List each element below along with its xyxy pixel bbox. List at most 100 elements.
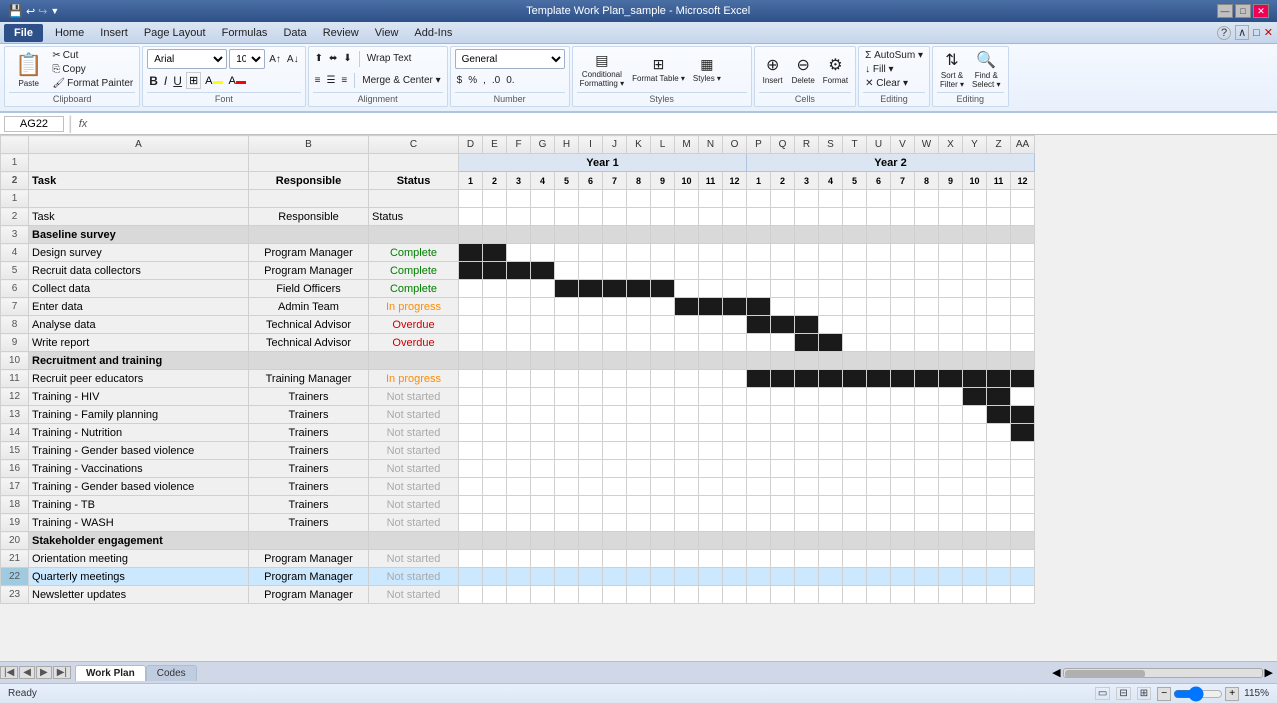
- decrease-font-button[interactable]: A↓: [285, 53, 301, 66]
- gantt-cell[interactable]: [843, 370, 867, 388]
- gantt-cell[interactable]: [675, 460, 699, 478]
- gantt-cell[interactable]: [723, 190, 747, 208]
- align-left-button[interactable]: ≡: [313, 74, 323, 87]
- menu-formulas[interactable]: Formulas: [214, 25, 276, 41]
- gantt-cell[interactable]: [459, 442, 483, 460]
- gantt-cell[interactable]: [819, 190, 843, 208]
- status-cell[interactable]: [369, 226, 459, 244]
- gantt-cell[interactable]: [483, 244, 507, 262]
- gantt-cell[interactable]: [603, 586, 627, 604]
- status-cell[interactable]: [369, 352, 459, 370]
- gantt-cell[interactable]: [915, 406, 939, 424]
- gantt-cell[interactable]: [915, 334, 939, 352]
- table-row[interactable]: 14Training - NutritionTrainersNot starte…: [1, 424, 1035, 442]
- gantt-cell[interactable]: [939, 406, 963, 424]
- gantt-cell[interactable]: [915, 532, 939, 550]
- col-header-K[interactable]: K: [627, 136, 651, 154]
- gantt-cell[interactable]: [963, 442, 987, 460]
- gantt-cell[interactable]: [939, 298, 963, 316]
- gantt-cell[interactable]: [819, 532, 843, 550]
- gantt-cell[interactable]: [771, 460, 795, 478]
- task-cell[interactable]: Training - TB: [29, 496, 249, 514]
- gantt-cell[interactable]: [915, 478, 939, 496]
- gantt-cell[interactable]: [843, 226, 867, 244]
- responsible-cell[interactable]: Program Manager: [249, 568, 369, 586]
- gantt-cell[interactable]: [867, 424, 891, 442]
- gantt-cell[interactable]: [747, 388, 771, 406]
- gantt-cell[interactable]: [1011, 334, 1035, 352]
- gantt-cell[interactable]: [675, 226, 699, 244]
- task-cell[interactable]: Orientation meeting: [29, 550, 249, 568]
- gantt-cell[interactable]: [891, 316, 915, 334]
- gantt-cell[interactable]: [675, 352, 699, 370]
- col-header-W[interactable]: W: [915, 136, 939, 154]
- gantt-cell[interactable]: [747, 442, 771, 460]
- gantt-cell[interactable]: [987, 352, 1011, 370]
- status-cell[interactable]: Not started: [369, 388, 459, 406]
- clear-button[interactable]: ✕ Clear ▾: [863, 77, 910, 90]
- gantt-cell[interactable]: [483, 316, 507, 334]
- responsible-cell[interactable]: Trainers: [249, 406, 369, 424]
- gantt-cell[interactable]: [507, 334, 531, 352]
- gantt-cell[interactable]: [867, 406, 891, 424]
- gantt-cell[interactable]: [507, 226, 531, 244]
- align-top-button[interactable]: ⬆: [313, 52, 325, 65]
- gantt-cell[interactable]: [819, 568, 843, 586]
- insert-cells-button[interactable]: ⊕ Insert: [759, 54, 787, 86]
- gantt-cell[interactable]: [675, 496, 699, 514]
- status-cell[interactable]: Complete: [369, 262, 459, 280]
- gantt-cell[interactable]: [603, 442, 627, 460]
- gantt-cell[interactable]: [1011, 190, 1035, 208]
- gantt-cell[interactable]: [939, 352, 963, 370]
- gantt-cell[interactable]: [891, 262, 915, 280]
- responsible-cell[interactable]: Trainers: [249, 442, 369, 460]
- gantt-cell[interactable]: [843, 424, 867, 442]
- status-cell[interactable]: Not started: [369, 586, 459, 604]
- responsible-cell[interactable]: Technical Advisor: [249, 334, 369, 352]
- table-row[interactable]: 13Training - Family planningTrainersNot …: [1, 406, 1035, 424]
- gantt-cell[interactable]: [531, 550, 555, 568]
- gantt-cell[interactable]: [483, 478, 507, 496]
- gantt-cell[interactable]: [891, 568, 915, 586]
- table-row[interactable]: 22Quarterly meetingsProgram ManagerNot s…: [1, 568, 1035, 586]
- gantt-cell[interactable]: [579, 244, 603, 262]
- gantt-cell[interactable]: [915, 262, 939, 280]
- gantt-cell[interactable]: [675, 586, 699, 604]
- gantt-cell[interactable]: [723, 244, 747, 262]
- gantt-cell[interactable]: [795, 226, 819, 244]
- table-row[interactable]: 12Training - HIVTrainersNot started: [1, 388, 1035, 406]
- task-cell[interactable]: Collect data: [29, 280, 249, 298]
- gantt-cell[interactable]: [819, 316, 843, 334]
- gantt-cell[interactable]: [963, 280, 987, 298]
- gantt-cell[interactable]: [891, 208, 915, 226]
- gantt-cell[interactable]: [867, 532, 891, 550]
- gantt-cell[interactable]: [843, 478, 867, 496]
- gantt-cell[interactable]: [771, 496, 795, 514]
- gantt-cell[interactable]: [459, 334, 483, 352]
- gantt-cell[interactable]: [963, 424, 987, 442]
- gantt-cell[interactable]: [915, 208, 939, 226]
- gantt-cell[interactable]: [939, 442, 963, 460]
- col-header-A[interactable]: A: [29, 136, 249, 154]
- gantt-cell[interactable]: [579, 550, 603, 568]
- status-cell[interactable]: Status: [369, 208, 459, 226]
- paste-button[interactable]: 📋 Paste: [9, 50, 48, 90]
- gantt-cell[interactable]: [867, 460, 891, 478]
- gantt-cell[interactable]: [723, 226, 747, 244]
- gantt-cell[interactable]: [579, 586, 603, 604]
- format-painter-button[interactable]: 🖌 Format Painter: [50, 77, 135, 90]
- gantt-cell[interactable]: [723, 460, 747, 478]
- gantt-cell[interactable]: [507, 514, 531, 532]
- gantt-cell[interactable]: [891, 496, 915, 514]
- col-header-E[interactable]: E: [483, 136, 507, 154]
- gantt-cell[interactable]: [507, 370, 531, 388]
- gantt-cell[interactable]: [627, 334, 651, 352]
- gantt-cell[interactable]: [675, 388, 699, 406]
- gantt-cell[interactable]: [483, 298, 507, 316]
- gantt-cell[interactable]: [747, 460, 771, 478]
- table-row[interactable]: 11Recruit peer educatorsTraining Manager…: [1, 370, 1035, 388]
- gantt-cell[interactable]: [843, 532, 867, 550]
- gantt-cell[interactable]: [987, 568, 1011, 586]
- gantt-cell[interactable]: [531, 316, 555, 334]
- gantt-cell[interactable]: [579, 316, 603, 334]
